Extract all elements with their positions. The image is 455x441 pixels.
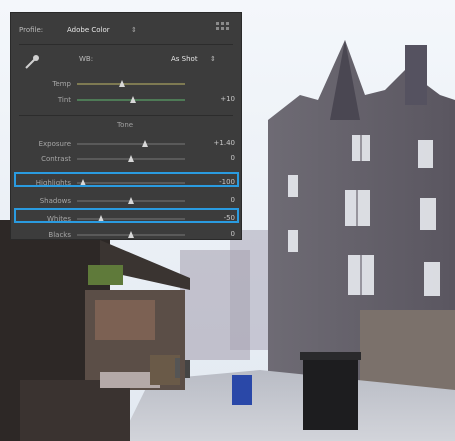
blacks-value[interactable]: 0 [231,230,235,238]
tint-slider-track[interactable] [77,96,185,103]
wb-label: WB: [79,55,94,63]
wb-dropdown-icon[interactable]: ⇕ [210,55,216,63]
temp-slider-row: Temp [11,78,241,90]
exposure-value[interactable]: +1.40 [214,139,235,147]
temp-slider-thumb[interactable] [119,80,126,87]
contrast-slider-row: Contrast 0 [11,153,241,165]
develop-panel: Profile: Adobe Color ⇕ WB: As Shot ⇕ Tem… [10,12,242,240]
highlights-highlight-box [14,172,239,187]
exposure-slider-track[interactable] [77,140,185,147]
blacks-slider-track[interactable] [77,231,185,238]
shadows-slider-thumb[interactable] [128,197,134,204]
profile-label: Profile: [19,26,44,34]
contrast-value[interactable]: 0 [231,154,235,162]
exposure-label: Exposure [38,140,71,148]
profile-select[interactable]: Adobe Color [67,26,110,34]
exposure-slider-thumb[interactable] [142,140,149,147]
whites-highlight-box [14,208,239,223]
shadows-slider-row: Shadows 0 [11,195,241,207]
contrast-slider-track[interactable] [77,155,185,162]
section-divider [19,115,233,116]
temp-label: Temp [52,80,71,88]
tint-value[interactable]: +10 [220,95,235,103]
tint-slider-row: Tint +10 [11,94,241,106]
shadows-slider-track[interactable] [77,197,185,204]
tint-label: Tint [57,96,71,104]
shadows-value[interactable]: 0 [231,196,235,204]
contrast-label: Contrast [41,155,71,163]
tint-slider-thumb[interactable] [130,96,137,103]
eyedropper-icon[interactable] [23,53,41,73]
contrast-slider-thumb[interactable] [128,155,134,162]
wb-select[interactable]: As Shot [171,55,198,63]
profile-browser-icon[interactable] [216,22,230,34]
blacks-label: Blacks [48,231,71,239]
profile-dropdown-icon[interactable]: ⇕ [131,26,137,34]
blacks-slider-thumb[interactable] [128,231,134,238]
exposure-slider-row: Exposure +1.40 [11,138,241,150]
blacks-slider-row: Blacks 0 [11,229,241,241]
section-divider [19,44,233,45]
temp-slider-track[interactable] [77,80,185,87]
shadows-label: Shadows [39,197,71,205]
tone-header: Tone [117,121,134,129]
